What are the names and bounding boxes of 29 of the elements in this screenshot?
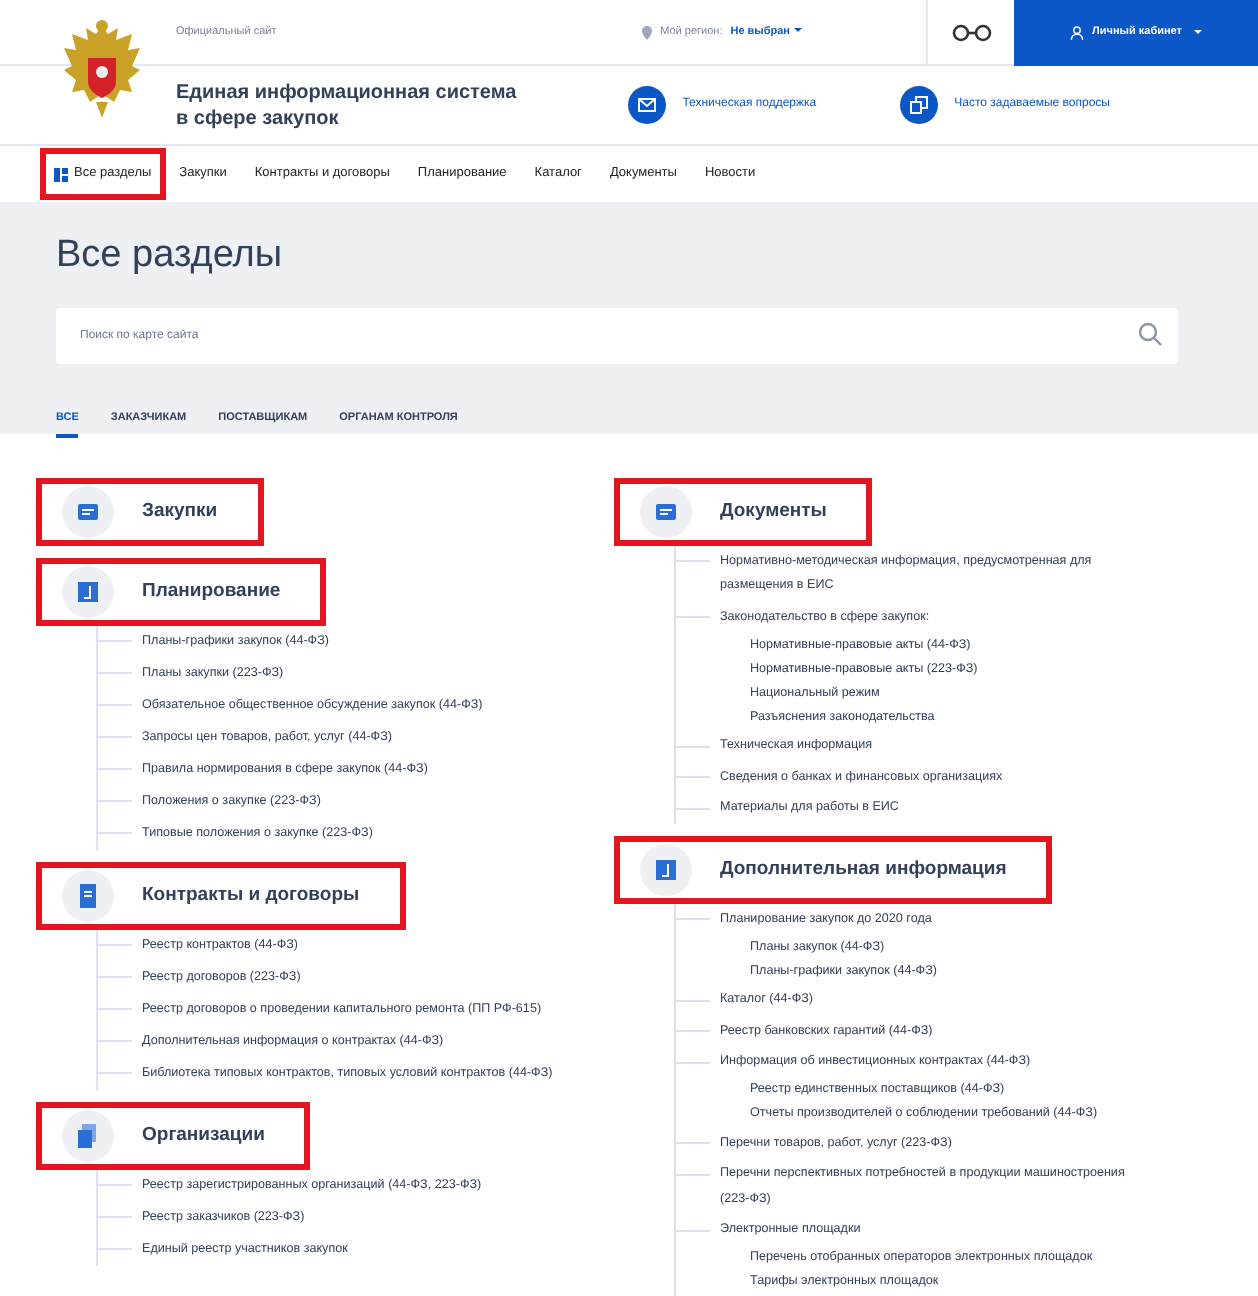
document-icon <box>74 882 102 910</box>
section-header[interactable]: Документы <box>614 478 873 546</box>
glasses-icon[interactable] <box>951 23 991 41</box>
caret-icon <box>1193 30 1202 34</box>
section-title: Планирование <box>142 577 281 606</box>
grid-icon <box>54 167 68 181</box>
document-icon <box>652 856 680 884</box>
envelope-icon <box>638 98 657 112</box>
document-icon <box>652 498 680 526</box>
section-title: Документы <box>720 497 827 526</box>
section-title: Закупки <box>142 497 218 526</box>
section-title: Организации <box>142 1121 265 1150</box>
document-icon <box>74 578 102 606</box>
location-pin-icon <box>642 25 653 39</box>
copy-icon <box>910 96 929 114</box>
document-icon <box>74 1122 102 1150</box>
section-header[interactable]: Контракты и договоры <box>36 862 406 930</box>
section-header[interactable]: Дополнительная информация <box>614 836 1053 904</box>
section-header[interactable]: Планирование <box>36 558 327 626</box>
section-header[interactable]: Организации <box>36 1102 311 1170</box>
page-title: Все разделы <box>56 232 284 280</box>
user-icon <box>1070 25 1085 39</box>
section-header[interactable]: Закупки <box>36 478 264 546</box>
document-icon <box>74 498 102 526</box>
site-title: Единая информационная система в сфере закупок <box>176 79 517 131</box>
section-title: Дополнительная информация <box>720 855 1007 884</box>
caret-icon <box>794 28 802 33</box>
section-title: Контракты и договоры <box>142 881 360 910</box>
search-icon[interactable] <box>1138 322 1162 346</box>
